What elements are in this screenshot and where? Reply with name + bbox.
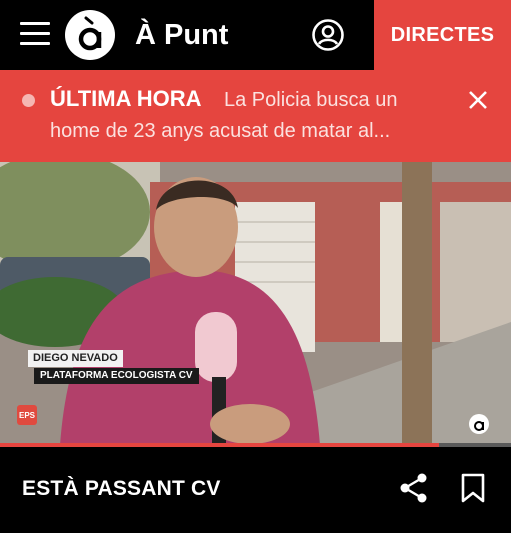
app-logo[interactable] [65, 10, 115, 60]
logo-mark-icon [78, 16, 102, 51]
share-icon[interactable] [399, 472, 429, 504]
live-button[interactable]: DIRECTES [374, 0, 511, 70]
breaking-headline-line2[interactable]: home de 23 anys acusat de matar al... [50, 118, 390, 144]
breaking-headline-line1[interactable]: La Policia busca un [224, 87, 397, 113]
bookmark-icon[interactable] [459, 472, 487, 504]
top-app-bar: À Punt DIRECTES [0, 0, 511, 70]
breaking-label: ÚLTIMA HORA [50, 86, 202, 111]
video-player[interactable] [0, 162, 511, 445]
channel-watermark: EPS [17, 405, 37, 425]
app-title: À Punt [135, 19, 229, 51]
close-icon[interactable] [466, 88, 490, 112]
broadcaster-logo-icon [469, 414, 489, 434]
breaking-news-banner[interactable] [0, 70, 511, 162]
video-frame-image [0, 162, 511, 445]
lower-third-name: DIEGO NEVADO [28, 350, 123, 367]
hamburger-menu-icon[interactable] [20, 22, 50, 46]
lower-third-organization: PLATAFORMA ECOLOGISTA CV [34, 368, 199, 384]
account-icon[interactable] [311, 18, 345, 52]
live-dot-icon [22, 94, 35, 107]
now-playing-title[interactable]: ESTÀ PASSANT CV [22, 476, 221, 502]
